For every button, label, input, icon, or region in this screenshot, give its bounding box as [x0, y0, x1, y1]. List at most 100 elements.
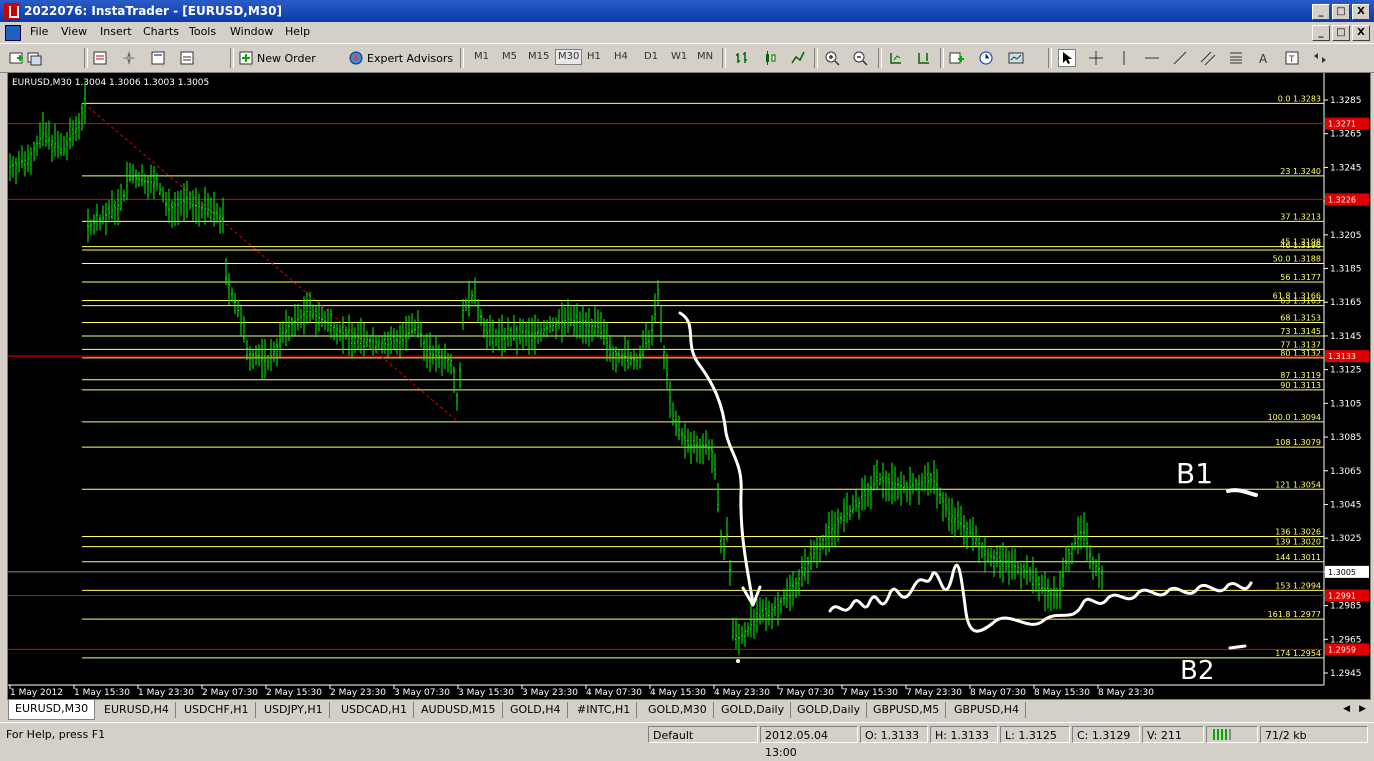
price-axis-label: 1.2945	[1330, 669, 1362, 679]
tabs-scroll-right-icon[interactable]: ▶	[1359, 704, 1366, 714]
timeframe-h4[interactable]: H4	[614, 51, 628, 62]
mdi-close-button[interactable]: X	[1352, 25, 1370, 41]
price-axis-label: 1.3025	[1330, 534, 1362, 544]
tab-usdchf-h1[interactable]: USDCHF,H1	[178, 702, 256, 718]
chart-tabs-bar: EURUSD,M30 EURUSD,H4 USDCHF,H1 USDJPY,H1…	[0, 700, 1374, 720]
price-axis-label: 1.3085	[1330, 433, 1362, 443]
text-label-icon[interactable]: T	[1284, 50, 1300, 66]
templates-icon[interactable]	[1008, 50, 1024, 66]
price-level-badge-label: 1.3133	[1328, 352, 1356, 361]
price-axis-label: 1.3045	[1330, 500, 1362, 510]
status-low: L: 1.3125	[1000, 726, 1070, 743]
chart-shift-icon[interactable]	[916, 50, 932, 66]
menu-charts[interactable]: Charts	[143, 25, 179, 38]
time-axis-label: 1 May 15:30	[74, 688, 130, 698]
tabs-scroll-left-icon[interactable]: ◀	[1343, 704, 1350, 714]
svg-text:T: T	[1288, 55, 1295, 65]
line-chart-icon[interactable]	[790, 50, 806, 66]
cursor-icon[interactable]	[1058, 49, 1076, 67]
time-axis-label: 2 May 15:30	[266, 688, 322, 698]
menu-view[interactable]: View	[61, 25, 87, 38]
tab-audusd-m15[interactable]: AUDUSD,M15	[415, 702, 503, 718]
horizontal-line-icon[interactable]	[1144, 50, 1160, 66]
data-window-icon[interactable]	[150, 50, 166, 66]
timeframe-m15[interactable]: M15	[528, 51, 549, 62]
menu-insert[interactable]: Insert	[100, 25, 132, 38]
new-chart-icon[interactable]	[8, 50, 24, 66]
status-volume: V: 211	[1142, 726, 1204, 743]
price-axis-label: 1.3265	[1330, 130, 1362, 140]
terminal-icon[interactable]	[179, 50, 195, 66]
status-high: H: 1.3133	[930, 726, 998, 743]
timeframe-m1[interactable]: M1	[474, 51, 489, 62]
timeframe-mn[interactable]: MN	[697, 51, 713, 62]
fibonacci-level-label: 161.8 1.2977	[1268, 610, 1321, 619]
tab-usdcad-h1[interactable]: USDCAD,H1	[335, 702, 414, 718]
fibonacci-icon[interactable]	[1228, 50, 1244, 66]
arrows-icon[interactable]	[1312, 50, 1328, 66]
equidistant-channel-icon[interactable]	[1200, 50, 1216, 66]
periods-clock-icon[interactable]	[978, 50, 994, 66]
price-axis-label: 1.2985	[1330, 602, 1362, 612]
auto-scroll-icon[interactable]	[888, 50, 904, 66]
profiles-icon[interactable]	[27, 50, 43, 66]
fibonacci-level-label: 136 1.3026	[1275, 527, 1321, 536]
indicators-icon[interactable]	[948, 50, 964, 66]
chart-window[interactable]: EURUSD,M30 1.3004 1.3006 1.3003 1.3005 1.…	[7, 72, 1371, 700]
menu-tools[interactable]: Tools	[189, 25, 216, 38]
maximize-button[interactable]: □	[1332, 4, 1350, 20]
price-axis-label: 1.3185	[1330, 265, 1362, 275]
text-icon[interactable]: A	[1256, 50, 1272, 66]
close-button[interactable]: X	[1352, 4, 1370, 20]
hand-drawn-dot	[736, 659, 740, 663]
tab-gbpusd-h4[interactable]: GBPUSD,H4	[948, 702, 1026, 718]
tab-eurusd-m30[interactable]: EURUSD,M30	[8, 700, 96, 720]
svg-text:A: A	[1259, 52, 1268, 66]
chart-background	[8, 73, 1370, 699]
menu-help[interactable]: Help	[285, 25, 310, 38]
tab-gbpusd-m5[interactable]: GBPUSD,M5	[867, 702, 947, 718]
bar-chart-icon[interactable]	[734, 50, 750, 66]
market-watch-icon[interactable]	[92, 50, 108, 66]
current-price-label: 1.3005	[1328, 568, 1356, 577]
new-order-label: New Order	[257, 51, 316, 65]
tab-gold-m30[interactable]: GOLD,M30	[642, 702, 714, 718]
tab-gold-daily[interactable]: GOLD,Daily	[715, 702, 792, 718]
crosshair-icon[interactable]	[1088, 50, 1104, 66]
zoom-in-icon[interactable]	[824, 50, 840, 66]
minimize-button[interactable]: _	[1312, 4, 1330, 20]
tab-gold-daily-2[interactable]: GOLD,Daily	[791, 702, 868, 718]
status-close: C: 1.3129	[1072, 726, 1140, 743]
price-axis-label: 1.3145	[1330, 332, 1362, 342]
price-chart[interactable]: EURUSD,M30 1.3004 1.3006 1.3003 1.3005 1.…	[8, 73, 1370, 699]
status-traffic: 71/2 kb	[1260, 726, 1368, 743]
zoom-out-icon[interactable]	[852, 50, 868, 66]
time-axis-label: 4 May 15:30	[650, 688, 706, 698]
connection-bars-icon	[1206, 726, 1258, 743]
tab-intc-h1[interactable]: #INTC,H1	[571, 702, 638, 718]
fibonacci-level-label: 100.0 1.3094	[1268, 413, 1321, 422]
timeframe-w1[interactable]: W1	[671, 51, 687, 62]
title-bar: 2022076: InstaTrader - [EURUSD,M30] _ □ …	[0, 0, 1374, 22]
menu-file[interactable]: File	[30, 25, 48, 38]
fibonacci-level-label: 46 1.3196	[1280, 241, 1321, 250]
mdi-minimize-button[interactable]: _	[1312, 25, 1330, 41]
menu-window[interactable]: Window	[230, 25, 273, 38]
timeframe-m5[interactable]: M5	[502, 51, 517, 62]
trendline-icon[interactable]	[1172, 50, 1188, 66]
tab-usdjpy-h1[interactable]: USDJPY,H1	[258, 702, 330, 718]
tab-gold-h4[interactable]: GOLD,H4	[504, 702, 568, 718]
navigator-icon[interactable]	[121, 50, 137, 66]
price-axis-label: 1.3205	[1330, 231, 1362, 241]
timeframe-h1[interactable]: H1	[587, 51, 601, 62]
expert-advisors-button[interactable]: Expert Advisors	[348, 48, 453, 68]
new-order-button[interactable]: New Order	[238, 48, 316, 68]
vertical-line-icon[interactable]	[1116, 50, 1132, 66]
timeframe-m30[interactable]: M30	[555, 49, 583, 65]
candlestick-icon[interactable]	[762, 50, 778, 66]
time-axis-label: 7 May 07:30	[778, 688, 834, 698]
mdi-restore-button[interactable]: □	[1332, 25, 1350, 41]
tab-eurusd-h4[interactable]: EURUSD,H4	[98, 702, 176, 718]
fibonacci-level-label: 174 1.2954	[1275, 649, 1321, 658]
timeframe-d1[interactable]: D1	[644, 51, 658, 62]
